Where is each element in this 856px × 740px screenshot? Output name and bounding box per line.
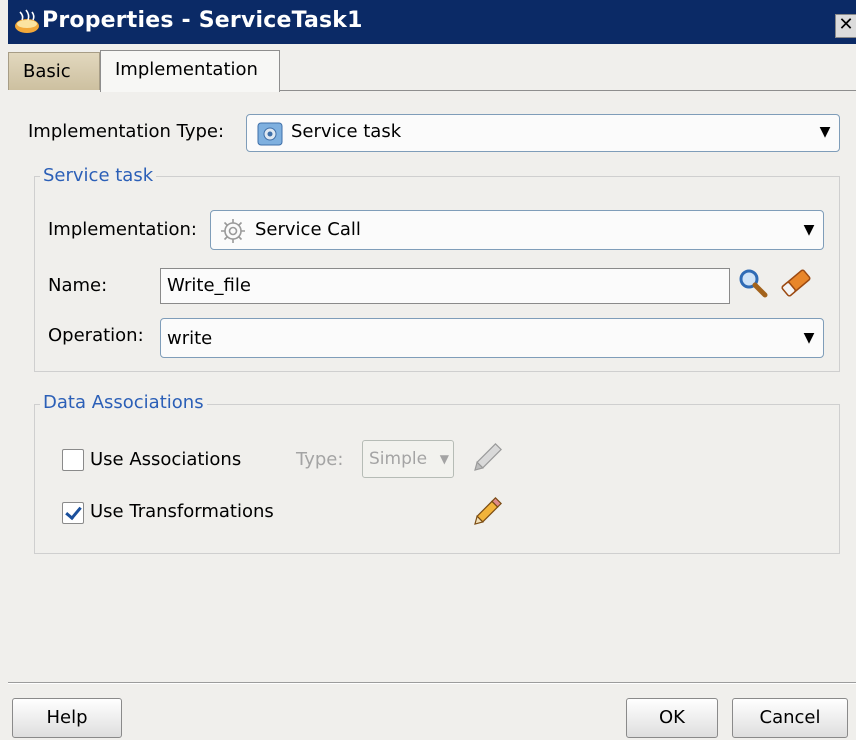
name-value: Write_file [167, 275, 251, 296]
implementation-type-value: Service task [291, 121, 402, 142]
name-field[interactable]: Write_file [160, 268, 730, 304]
gear-icon [221, 219, 245, 243]
implementation-type-select[interactable]: Service task ▼ [246, 114, 840, 152]
properties-dialog: Properties - ServiceTask1 ✕ Basic Implem… [8, 0, 856, 740]
use-transformations-label: Use Transformations [90, 501, 274, 522]
implementation-label: Implementation: [48, 219, 197, 240]
button-separator-highlight [8, 683, 856, 684]
tab-implementation[interactable]: Implementation [100, 50, 280, 92]
data-associations-group [34, 404, 840, 554]
chevron-down-icon: ▼ [819, 124, 831, 140]
implementation-select[interactable]: Service Call ▼ [210, 210, 824, 250]
help-button[interactable]: Help [12, 698, 122, 738]
close-button[interactable]: ✕ [835, 14, 856, 38]
type-value: Simple [369, 449, 428, 469]
eraser-icon[interactable] [778, 266, 814, 300]
service-task-icon [257, 122, 283, 146]
ok-button[interactable]: OK [626, 698, 718, 738]
operation-label: Operation: [48, 325, 144, 346]
implementation-type-label: Implementation Type: [28, 121, 225, 142]
use-associations-label: Use Associations [90, 449, 242, 470]
search-icon[interactable] [736, 266, 770, 300]
operation-value: write [167, 328, 213, 349]
app-icon [15, 9, 39, 33]
use-associations-checkbox[interactable] [62, 449, 84, 471]
type-label: Type: [296, 449, 344, 470]
use-transformations-checkbox[interactable] [62, 502, 84, 524]
chevron-down-icon: ▼ [439, 452, 449, 466]
implementation-value: Service Call [255, 219, 361, 240]
tab-bar: Basic Implementation [8, 44, 856, 92]
chevron-down-icon: ▼ [803, 222, 815, 238]
pencil-icon[interactable] [470, 440, 504, 476]
data-associations-legend: Data Associations [40, 391, 207, 415]
cancel-button[interactable]: Cancel [732, 698, 848, 738]
type-select[interactable]: Simple ▼ [362, 440, 454, 478]
title-bar: Properties - ServiceTask1 ✕ [8, 0, 856, 44]
service-task-legend: Service task [40, 164, 157, 188]
pencil-icon[interactable] [470, 494, 504, 530]
tab-divider [280, 90, 856, 91]
operation-select[interactable]: write ▼ [160, 318, 824, 358]
name-label: Name: [48, 275, 108, 296]
window-title: Properties - ServiceTask1 [42, 8, 363, 33]
chevron-down-icon: ▼ [803, 330, 815, 346]
tab-basic[interactable]: Basic [8, 52, 100, 90]
